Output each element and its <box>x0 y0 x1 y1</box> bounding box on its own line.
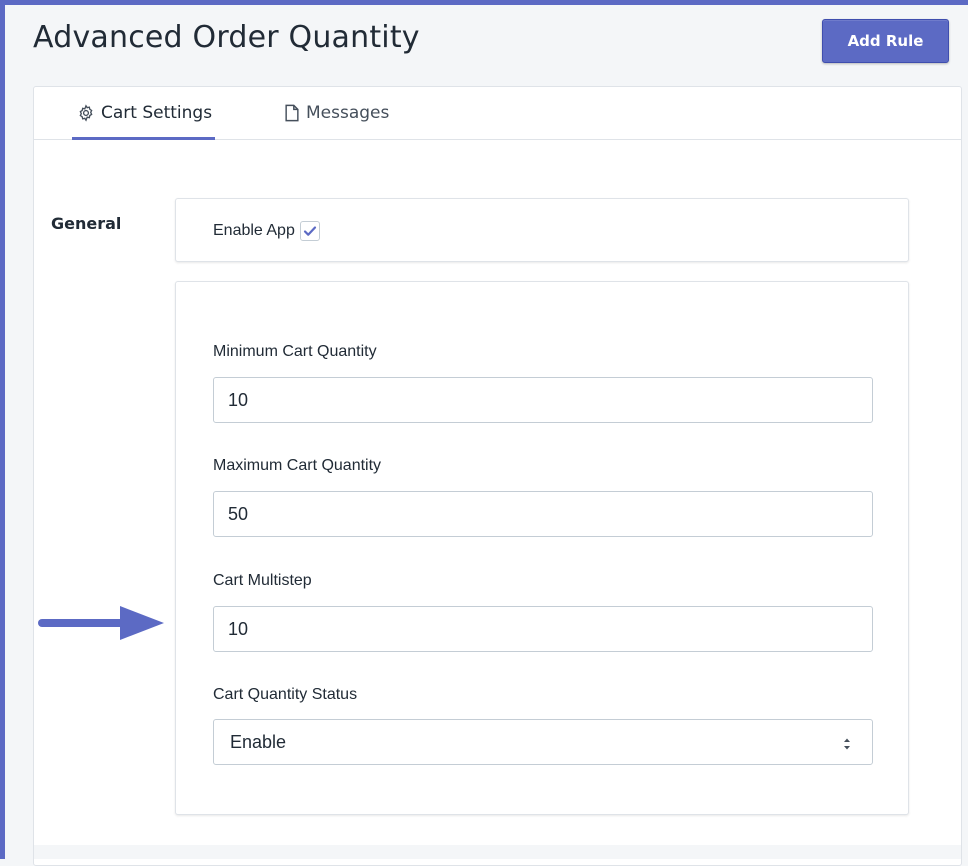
document-icon <box>284 104 300 122</box>
max-cart-quantity-label: Maximum Cart Quantity <box>213 457 382 474</box>
min-cart-quantity-input[interactable] <box>213 377 873 423</box>
card-bottom-strip <box>34 845 961 859</box>
cart-quantity-panel: Minimum Cart Quantity Maximum Cart Quant… <box>175 281 909 815</box>
enable-app-row: Enable App <box>213 221 320 241</box>
arrow-annotation-icon <box>38 604 166 647</box>
general-section-label: General <box>51 214 122 233</box>
enable-app-label: Enable App <box>213 222 295 239</box>
add-rule-button[interactable]: Add Rule <box>822 19 949 63</box>
cart-multistep-label: Cart Multistep <box>213 572 312 589</box>
gear-icon <box>77 104 95 122</box>
enable-app-checkbox[interactable] <box>299 221 320 241</box>
max-cart-quantity-input[interactable] <box>213 491 873 537</box>
cart-quantity-status-select[interactable]: Enable <box>213 719 873 765</box>
checkmark-icon <box>303 226 316 236</box>
tab-messages[interactable]: Messages <box>284 87 389 139</box>
cart-multistep-input[interactable] <box>213 606 873 652</box>
cart-quantity-status-label: Cart Quantity Status <box>213 686 358 703</box>
select-arrows-icon <box>842 735 852 756</box>
page-title: Advanced Order Quantity <box>33 20 420 55</box>
tab-cart-settings[interactable]: Cart Settings <box>71 87 216 140</box>
tab-cart-settings-label: Cart Settings <box>101 103 213 123</box>
enable-app-panel: Enable App <box>175 198 909 262</box>
tab-messages-label: Messages <box>306 103 390 123</box>
window-frame-left <box>0 0 5 859</box>
min-cart-quantity-label: Minimum Cart Quantity <box>213 343 377 360</box>
cart-quantity-status-value: Enable <box>230 731 287 752</box>
window-frame-top <box>0 0 968 5</box>
tab-bar: Cart Settings Messages <box>34 87 961 140</box>
